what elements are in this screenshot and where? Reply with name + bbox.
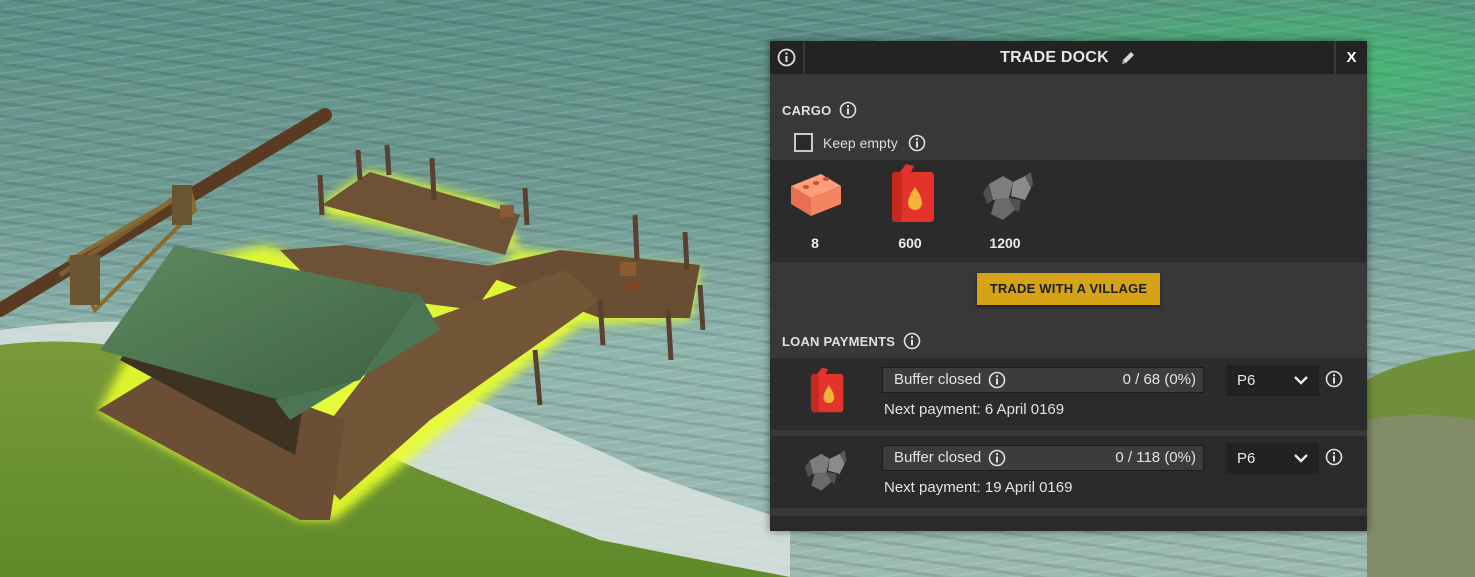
loan-payment-row-fuel: Buffer closed 0 / 68 (0%) Next payment: … — [770, 358, 1367, 430]
next-payment-text: Next payment: 19 April 0169 — [884, 479, 1073, 496]
buffer-status-label: Buffer closed — [894, 371, 982, 388]
buffer-value: 0 / 68 (0%) — [1122, 371, 1196, 388]
loan-payments-heading: LOAN PAYMENTS — [782, 332, 921, 350]
buffer-status-bar: Buffer closed 0 / 68 (0%) — [882, 367, 1204, 393]
panel-title-bar: TRADE DOCK X — [770, 41, 1367, 74]
close-button[interactable]: X — [1334, 41, 1367, 74]
chevron-down-icon — [1294, 376, 1308, 385]
cargo-quantity: 1200 — [989, 235, 1021, 251]
info-icon[interactable] — [908, 134, 926, 152]
cargo-inventory: 8 600 1200 — [770, 160, 1367, 262]
brick-icon — [791, 174, 841, 216]
info-icon[interactable] — [839, 101, 857, 119]
priority-value: P6 — [1237, 450, 1256, 467]
rename-pencil-icon[interactable] — [1119, 49, 1137, 67]
panel-title: TRADE DOCK — [1000, 49, 1109, 66]
trade-dock-panel: TRADE DOCK X CARGO Keep empty 8 600 1200… — [770, 41, 1367, 531]
cargo-item-fuel[interactable]: 600 — [875, 164, 945, 251]
panel-scroll-edge — [770, 516, 1367, 531]
rock-icon — [804, 450, 847, 491]
cargo-quantity: 8 — [811, 235, 819, 251]
buffer-status-bar: Buffer closed 0 / 118 (0%) — [882, 445, 1204, 471]
priority-dropdown[interactable]: P6 — [1226, 365, 1319, 396]
priority-value: P6 — [1237, 372, 1256, 389]
rock-icon — [983, 172, 1033, 220]
keep-empty-checkbox[interactable] — [794, 133, 813, 152]
info-icon[interactable] — [1325, 448, 1343, 466]
next-payment-text: Next payment: 6 April 0169 — [884, 401, 1065, 418]
cargo-heading: CARGO — [782, 101, 857, 119]
info-icon[interactable] — [1325, 370, 1343, 388]
cargo-quantity: 600 — [898, 235, 922, 251]
fuel-canister-icon — [892, 164, 934, 222]
cargo-item-bricks[interactable]: 8 — [780, 164, 850, 251]
cargo-heading-label: CARGO — [782, 102, 832, 118]
trade-with-village-button[interactable]: TRADE WITH A VILLAGE — [977, 273, 1160, 305]
fuel-canister-icon — [811, 367, 844, 413]
buffer-status-label: Buffer closed — [894, 449, 982, 466]
info-icon[interactable] — [903, 332, 921, 350]
keep-empty-label: Keep empty — [823, 134, 898, 151]
loan-payments-heading-label: LOAN PAYMENTS — [782, 333, 896, 349]
keep-empty-option: Keep empty — [794, 133, 926, 152]
chevron-down-icon — [1294, 454, 1308, 463]
cargo-item-rock[interactable]: 1200 — [970, 164, 1040, 251]
info-icon[interactable] — [988, 449, 1006, 467]
info-icon[interactable] — [988, 371, 1006, 389]
buffer-value: 0 / 118 (0%) — [1115, 449, 1196, 466]
loan-payment-row-rock: Buffer closed 0 / 118 (0%) Next payment:… — [770, 436, 1367, 508]
priority-dropdown[interactable]: P6 — [1226, 443, 1319, 474]
